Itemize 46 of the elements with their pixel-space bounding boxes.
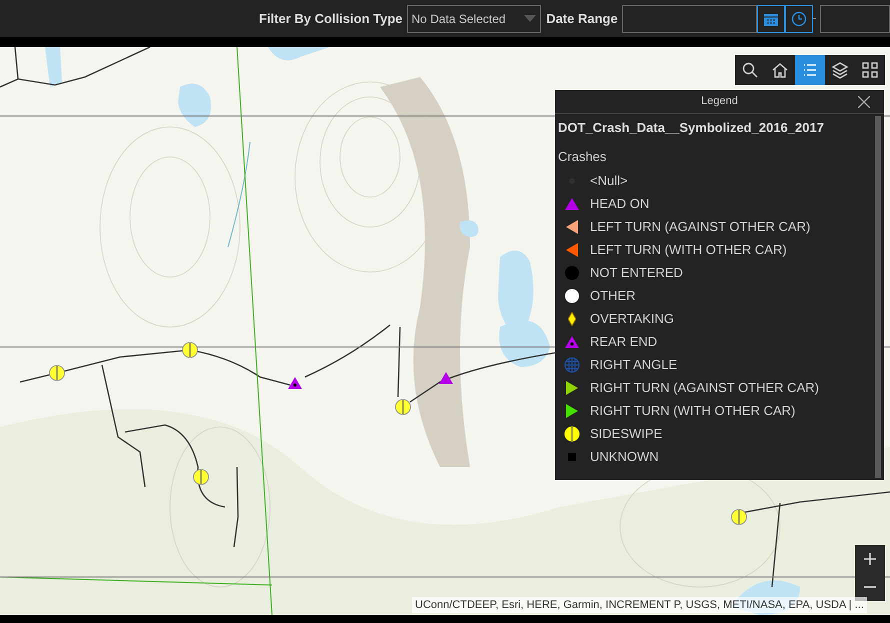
legend-label: OTHER [590, 286, 636, 305]
plus-icon [864, 553, 876, 565]
lake [178, 84, 211, 127]
date-range-label: Date Range [546, 10, 618, 28]
legend-label: LEFT TURN (AGAINST OTHER CAR) [590, 218, 810, 236]
lake [460, 220, 478, 237]
sideswipe-marker-icon[interactable] [731, 509, 747, 525]
date-field[interactable] [820, 4, 890, 32]
lake [268, 47, 330, 60]
legend-label: <Null> [590, 172, 628, 190]
home-icon [771, 61, 789, 79]
legend-label: UNKNOWN [590, 448, 659, 466]
close-button[interactable] [856, 94, 872, 110]
date-field[interactable] [622, 4, 757, 32]
layers-icon [831, 61, 849, 79]
sideswipe-marker-icon[interactable] [193, 469, 209, 485]
group-name: Crashes [558, 148, 608, 166]
sideswipe-marker-icon[interactable] [49, 365, 65, 381]
legend-label: HEAD ON [590, 194, 650, 213]
legend-label: LEFT TURN (WITH OTHER CAR) [590, 240, 787, 259]
grid-icon [861, 61, 879, 79]
road-line [397, 326, 401, 398]
calendar-button[interactable] [756, 4, 785, 32]
triangle-marker-icon[interactable] [287, 375, 303, 391]
legend-label: SIDESWIPE [590, 424, 662, 443]
legend-label: NOT ENTERED [590, 264, 683, 282]
legend-label: OVERTAKING [590, 310, 674, 328]
sideswipe-marker-icon[interactable] [395, 399, 411, 415]
legend-label: RIGHT ANGLE [590, 356, 678, 374]
sideswipe-marker-icon[interactable] [182, 342, 198, 358]
legend-label: RIGHT TURN (WITH OTHER CAR) [590, 402, 796, 420]
legend-label: REAR END [590, 332, 658, 351]
clock-icon [790, 10, 807, 26]
close-icon [858, 96, 870, 108]
search-icon [741, 61, 759, 79]
legend-label: RIGHT TURN (AGAINST OTHER CAR) [590, 378, 819, 397]
minus-icon [864, 586, 876, 588]
caret-icon [524, 15, 536, 22]
filter-label: Filter By Collision Type [259, 10, 403, 28]
collision-type-dropdown[interactable]: No Data Selected [406, 4, 542, 32]
layer-name: DOT_Crash_Data__Symbolized_2016_2017 [558, 119, 825, 137]
map-attribution: UConn/CTDEEP, Esri, HERE, Garmin, INCREMENT P, USGS, METI/NASA, EPA, USDA | ... [412, 596, 867, 613]
triangle-marker-icon[interactable] [438, 370, 454, 386]
legend-title: Legend [701, 94, 738, 110]
clock-button[interactable] [784, 4, 813, 32]
lake [45, 47, 62, 87]
